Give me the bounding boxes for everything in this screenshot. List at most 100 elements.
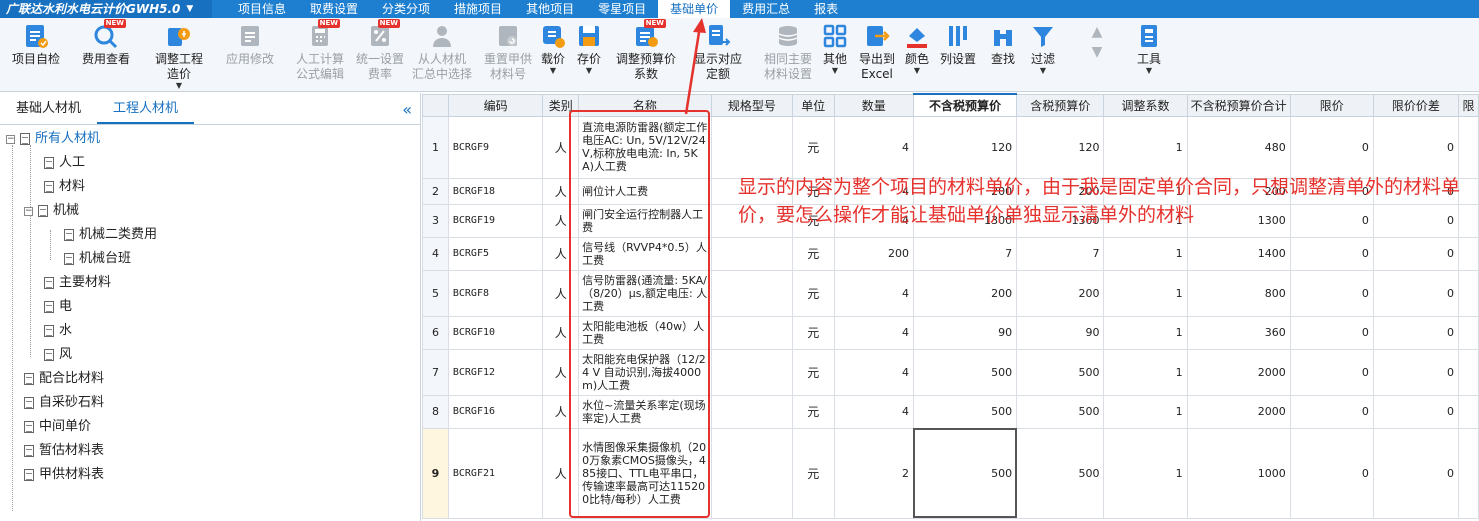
table-row[interactable]: 2 BCRGF18 人 闸位计人工费 元 4 200 200 1 200 0 0 — [422, 177, 1479, 205]
menu-classification[interactable]: 分类分项 — [370, 0, 442, 18]
cell-more[interactable] — [1457, 394, 1479, 429]
tree-node-owner-supplied[interactable]: 甲供材料表 — [24, 463, 104, 487]
color-button[interactable]: 颜色 ▼ — [902, 22, 932, 90]
cell-limit-diff[interactable]: 0 — [1372, 177, 1459, 205]
tree-node-mix-material[interactable]: 配合比材料 — [24, 367, 104, 391]
col-header-total-excl-tax[interactable]: 不含税预算价合计 — [1186, 93, 1291, 117]
cell-quantity[interactable]: 4 — [833, 394, 914, 429]
cell-spec[interactable] — [710, 348, 793, 396]
cell-unit[interactable]: 元 — [791, 203, 835, 238]
cell-category[interactable]: 人 — [542, 427, 580, 519]
cell-limit[interactable]: 0 — [1289, 315, 1374, 350]
col-header-coefficient[interactable]: 调整系数 — [1103, 93, 1188, 117]
col-header-unit[interactable]: 单位 — [791, 93, 835, 117]
cell-code[interactable]: BCRGF21 — [447, 427, 544, 519]
cell-unit[interactable]: 元 — [791, 236, 835, 271]
cell-price-incl-tax[interactable]: 200 — [1016, 177, 1105, 205]
cell-unit[interactable]: 元 — [791, 115, 835, 179]
cell-quantity[interactable]: 4 — [833, 315, 914, 350]
cell-limit[interactable]: 0 — [1289, 177, 1374, 205]
filter-button[interactable]: 过滤 ▼ — [1028, 22, 1058, 90]
menu-base-price[interactable]: 基础单价 — [658, 0, 731, 18]
cell-code[interactable]: BCRGF19 — [447, 203, 544, 238]
cell-name[interactable]: 闸门安全运行控制器人工费 — [578, 203, 712, 238]
tree-node-provisional-material[interactable]: 暂估材料表 — [24, 439, 104, 463]
cell-coefficient[interactable]: 1 — [1103, 269, 1188, 317]
cell-quantity[interactable]: 4 — [833, 348, 914, 396]
cell-price-excl-tax[interactable]: 200 — [912, 177, 1018, 205]
cell-coefficient[interactable]: 1 — [1103, 203, 1188, 238]
tree-node-machinery-class2[interactable]: 机械二类费用 — [64, 223, 157, 247]
cell-limit[interactable]: 0 — [1289, 348, 1374, 396]
col-header-spec[interactable]: 规格型号 — [710, 93, 793, 117]
cell-more[interactable] — [1457, 203, 1479, 238]
cell-limit-diff[interactable]: 0 — [1372, 348, 1459, 396]
cell-limit-diff[interactable]: 0 — [1372, 236, 1459, 271]
cell-price-excl-tax[interactable]: 120 — [912, 115, 1018, 179]
cell-limit-diff[interactable]: 0 — [1372, 115, 1459, 179]
cell-price-incl-tax[interactable]: 7 — [1016, 236, 1105, 271]
cell-price-incl-tax[interactable]: 90 — [1016, 315, 1105, 350]
cell-total[interactable]: 360 — [1186, 315, 1291, 350]
tree-node-machinery[interactable]: − 机械 — [24, 199, 79, 223]
col-header-name[interactable]: 名称 — [578, 93, 712, 117]
reset-supply-button[interactable]: 重置甲供 材料号 — [480, 22, 536, 90]
tree-node-all[interactable]: − 所有人材机 — [6, 127, 100, 151]
collapse-icon[interactable]: − — [6, 134, 15, 144]
tree-node-electricity[interactable]: 电 — [44, 295, 72, 319]
cell-more[interactable] — [1457, 115, 1479, 179]
cell-unit[interactable]: 元 — [791, 177, 835, 205]
table-row[interactable]: 4 BCRGF5 人 信号线（RVVP4*0.5）人工费 元 200 7 7 1… — [422, 236, 1479, 271]
cell-spec[interactable] — [710, 394, 793, 429]
cell-category[interactable]: 人 — [542, 236, 580, 271]
cell-spec[interactable] — [710, 269, 793, 317]
cell-coefficient[interactable]: 1 — [1103, 236, 1188, 271]
tab-base-materials[interactable]: 基础人材机 — [0, 93, 97, 124]
cell-limit[interactable]: 0 — [1289, 203, 1374, 238]
cell-total[interactable]: 800 — [1186, 269, 1291, 317]
cell-limit-diff[interactable]: 0 — [1372, 427, 1459, 519]
col-header-category[interactable]: 类别 — [542, 93, 580, 117]
cell-unit[interactable]: 元 — [791, 348, 835, 396]
cell-name[interactable]: 闸位计人工费 — [578, 177, 712, 205]
cell-limit[interactable]: 0 — [1289, 427, 1374, 519]
tree-node-material[interactable]: 材料 — [44, 175, 85, 199]
cell-price-excl-tax[interactable]: 500 — [912, 394, 1018, 429]
cell-spec[interactable] — [710, 177, 793, 205]
cell-more[interactable] — [1457, 427, 1479, 519]
menu-other-items[interactable]: 其他项目 — [514, 0, 586, 18]
unify-rate-button[interactable]: NEW 统一设置 费率 — [352, 19, 408, 90]
cell-category[interactable]: 人 — [542, 394, 580, 429]
cell-price-excl-tax[interactable]: 200 — [912, 269, 1018, 317]
arrow-down-icon[interactable]: ▼ — [1092, 42, 1103, 62]
adjust-price-button[interactable]: 调整工程 造价 ▼ — [150, 22, 208, 90]
cell-name[interactable]: 水情图像采集摄像机（200万象素CMOS摄像头，485接口、TTL电平串口，传输… — [578, 427, 712, 519]
cell-code[interactable]: BCRGF8 — [447, 269, 544, 317]
col-header-limit-more[interactable]: 限 — [1457, 93, 1479, 117]
table-row[interactable]: 6 BCRGF10 人 太阳能电池板（40w）人工费 元 4 90 90 1 3… — [422, 315, 1479, 350]
cell-quantity[interactable]: 4 — [833, 203, 914, 238]
cell-coefficient[interactable]: 1 — [1103, 315, 1188, 350]
cell-total[interactable]: 2000 — [1186, 348, 1291, 396]
cell-limit[interactable]: 0 — [1289, 394, 1374, 429]
cell-name[interactable]: 水位~流量关系率定(现场率定)人工费 — [578, 394, 712, 429]
adjust-budget-coef-button[interactable]: NEW 调整预算价 系数 — [610, 19, 682, 90]
cell-limit[interactable]: 0 — [1289, 236, 1374, 271]
cell-price-incl-tax[interactable]: 200 — [1016, 269, 1105, 317]
cell-more[interactable] — [1457, 269, 1479, 317]
find-button[interactable]: 查找 — [988, 22, 1018, 90]
col-header-price-excl-tax[interactable]: 不含税预算价 — [912, 93, 1018, 117]
cell-coefficient[interactable]: 1 — [1103, 348, 1188, 396]
cell-category[interactable]: 人 — [542, 269, 580, 317]
move-up-down-button[interactable]: ▲ ▼ — [1085, 22, 1109, 90]
cell-limit-diff[interactable]: 0 — [1372, 315, 1459, 350]
cell-quantity[interactable]: 2 — [833, 427, 914, 519]
cell-limit-diff[interactable]: 0 — [1372, 269, 1459, 317]
tree-node-intermediate-price[interactable]: 中间单价 — [24, 415, 91, 439]
cell-total[interactable]: 1300 — [1186, 203, 1291, 238]
cell-quantity[interactable]: 4 — [833, 115, 914, 179]
cell-category[interactable]: 人 — [542, 177, 580, 205]
app-title[interactable]: 广联达水利水电云计价GWH5.0 ▼ — [0, 0, 212, 18]
cell-name[interactable]: 太阳能电池板（40w）人工费 — [578, 315, 712, 350]
cell-total[interactable]: 1000 — [1186, 427, 1291, 519]
